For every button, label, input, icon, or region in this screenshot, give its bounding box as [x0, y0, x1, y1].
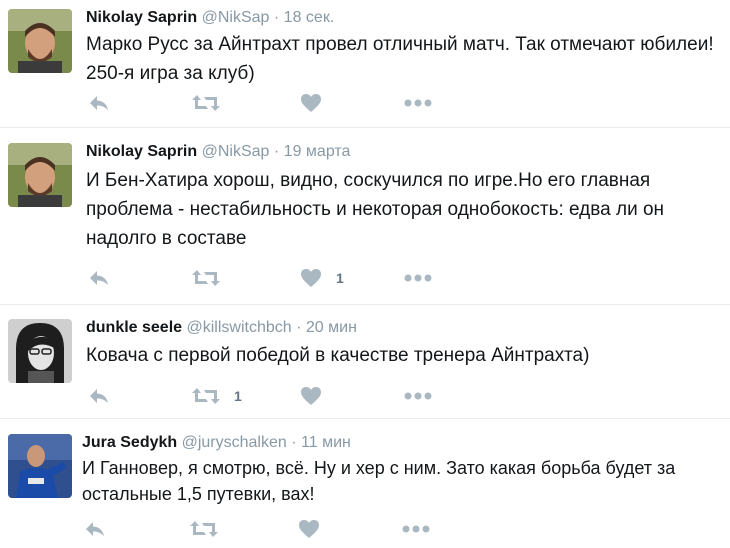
retweet-count: 1 [234, 388, 242, 404]
tweet-actions [86, 92, 436, 114]
reply-button[interactable] [84, 518, 120, 540]
tweet[interactable]: Nikolay Saprin @NikSap · 18 сек. Марко Р… [0, 0, 730, 127]
more-icon [402, 525, 430, 533]
like-button[interactable] [300, 92, 336, 114]
separator-dot: · [296, 319, 302, 336]
user-name[interactable]: Nikolay Saprin [86, 143, 197, 160]
timestamp[interactable]: 19 марта [284, 143, 351, 160]
reply-icon [90, 389, 108, 403]
retweet-button[interactable] [192, 267, 234, 289]
retweet-button[interactable] [192, 92, 234, 114]
more-button[interactable] [402, 518, 430, 540]
user-name[interactable]: Nikolay Saprin [86, 9, 197, 26]
avatar[interactable] [8, 143, 72, 207]
reply-button[interactable] [88, 92, 124, 114]
like-button[interactable] [298, 518, 334, 540]
retweet-icon [192, 95, 220, 111]
like-icon [299, 520, 319, 538]
timestamp[interactable]: 20 мин [306, 319, 357, 336]
separator-dot: · [273, 143, 280, 160]
reply-icon [90, 96, 108, 110]
tweet-actions: 1 [86, 267, 436, 289]
user-handle[interactable]: @NikSap [202, 143, 270, 160]
tweet-text: И Ганновер, я смотрю, всё. Ну и хер с ни… [82, 458, 676, 504]
more-icon [404, 392, 432, 400]
retweet-button[interactable] [190, 518, 232, 540]
separator-dot: · [291, 434, 297, 451]
tweet-text: Ковача с первой победой в качестве трене… [86, 345, 590, 366]
avatar[interactable] [8, 319, 72, 383]
like-count: 1 [336, 270, 344, 286]
more-icon [404, 99, 432, 107]
user-handle[interactable]: @killswitchbch [187, 319, 292, 336]
tweet-header: Nikolay Saprin @NikSap · 19 марта [86, 143, 350, 161]
like-icon [301, 94, 321, 112]
tweet-text: И Бен-Хатира хорош, видно, соскучился по… [86, 170, 665, 249]
tweet-text: Марко Русс за Айнтрахт провел отличный м… [86, 34, 714, 84]
timestamp[interactable]: 11 мин [301, 434, 351, 451]
reply-icon [86, 522, 104, 536]
reply-button[interactable] [88, 267, 124, 289]
tweet[interactable]: Jura Sedykh @juryschalken · 11 мин И Ган… [0, 419, 730, 548]
more-button[interactable] [404, 92, 432, 114]
tweet[interactable]: Nikolay Saprin @NikSap · 19 марта И Бен-… [0, 128, 730, 304]
tweet[interactable]: dunkle seele @killswitchbch · 20 мин Ков… [0, 305, 730, 418]
retweet-icon [192, 388, 220, 404]
tweet-header: dunkle seele @killswitchbch · 20 мин [86, 319, 357, 337]
more-button[interactable] [404, 267, 432, 289]
avatar[interactable] [8, 9, 72, 73]
tweet-actions: 1 [86, 385, 436, 407]
reply-icon [90, 271, 108, 285]
like-button[interactable] [300, 385, 336, 407]
user-name[interactable]: dunkle seele [86, 319, 182, 336]
avatar[interactable] [8, 434, 72, 498]
like-icon [301, 387, 321, 405]
retweet-button[interactable]: 1 [192, 385, 242, 407]
tweet-header: Nikolay Saprin @NikSap · 18 сек. [86, 9, 334, 27]
user-handle[interactable]: @NikSap [202, 9, 270, 26]
retweet-icon [192, 270, 220, 286]
retweet-icon [190, 521, 218, 537]
user-name[interactable]: Jura Sedykh [82, 434, 177, 451]
user-handle[interactable]: @juryschalken [182, 434, 287, 451]
tweet-actions [82, 518, 432, 540]
like-button[interactable]: 1 [300, 267, 344, 289]
like-icon [301, 269, 321, 287]
timestamp[interactable]: 18 сек. [284, 9, 335, 26]
separator-dot: · [273, 9, 280, 26]
tweet-header: Jura Sedykh @juryschalken · 11 мин [82, 434, 351, 452]
more-button[interactable] [404, 385, 432, 407]
reply-button[interactable] [88, 385, 124, 407]
more-icon [404, 274, 432, 282]
